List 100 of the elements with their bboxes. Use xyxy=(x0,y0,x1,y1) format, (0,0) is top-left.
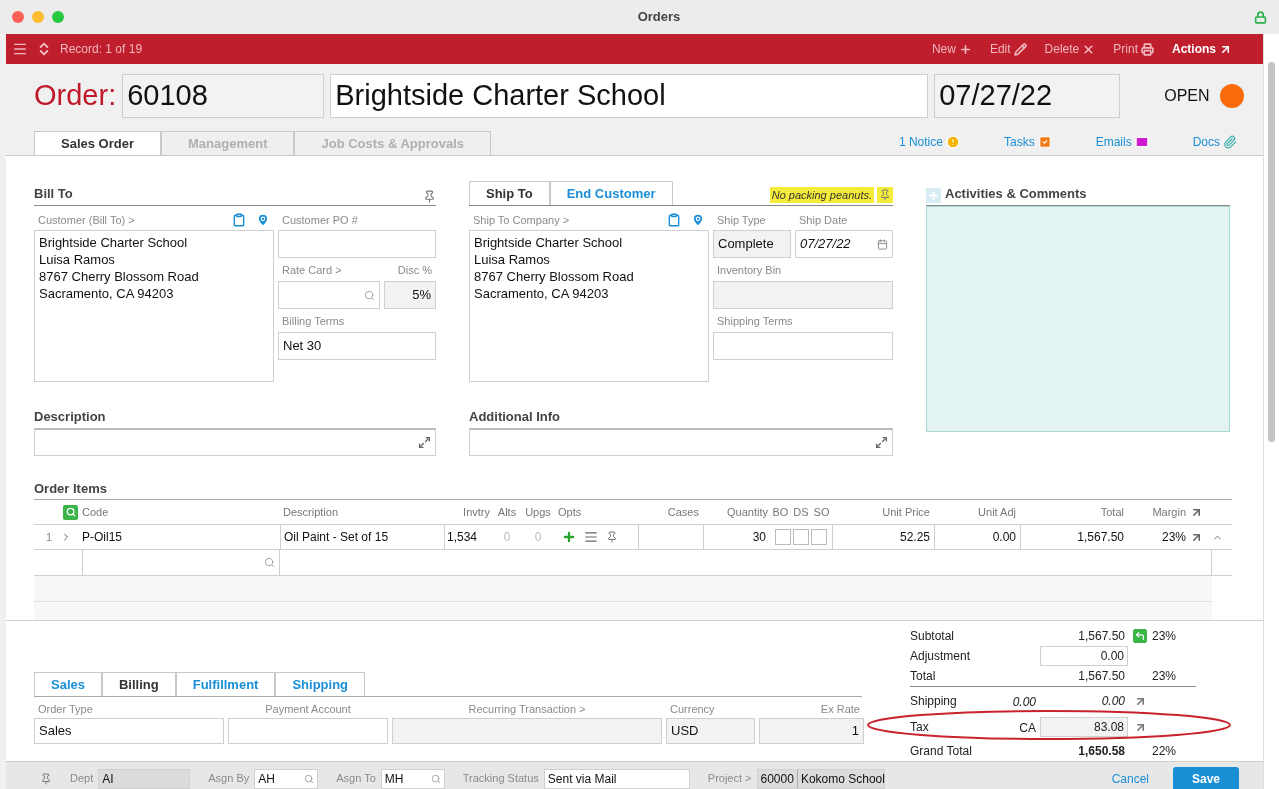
input-field[interactable]: MH xyxy=(380,768,445,789)
tab[interactable]: Fulfillment xyxy=(175,672,276,696)
field-label: Customer PO # xyxy=(282,212,358,228)
project-number: 60000 xyxy=(757,769,798,788)
pin-icon[interactable] xyxy=(423,190,436,203)
tab[interactable]: Ship To xyxy=(469,181,550,205)
section-title: Bill To xyxy=(34,184,73,203)
envelope-icon xyxy=(1134,135,1149,149)
tab[interactable]: Shipping xyxy=(275,672,366,696)
table-cell: 1,567.50 xyxy=(1020,525,1128,549)
rate-card-field[interactable] xyxy=(278,281,380,309)
customer-name-field[interactable]: Brightside Charter School xyxy=(330,74,929,118)
scrollbar-thumb[interactable] xyxy=(1268,62,1275,442)
toolbar-button[interactable]: Actions xyxy=(1167,40,1237,58)
clipboard-icon[interactable] xyxy=(667,213,681,227)
tab[interactable]: Billing xyxy=(102,672,176,696)
column-header: BO xyxy=(772,504,789,520)
maximize-window-button[interactable] xyxy=(52,11,64,23)
pin-icon[interactable] xyxy=(606,531,618,543)
checkbox[interactable] xyxy=(793,529,809,545)
tax-code: CA xyxy=(1019,721,1036,735)
input-field[interactable] xyxy=(228,718,388,744)
column-header: Margin xyxy=(1151,504,1187,520)
map-pin-icon[interactable] xyxy=(256,213,270,227)
pin-icon[interactable] xyxy=(40,772,52,785)
field-label: Inventory Bin xyxy=(717,262,782,278)
total-value-field[interactable]: 83.08 xyxy=(1040,717,1128,737)
new-icon xyxy=(958,42,972,56)
total-value-field[interactable]: 0.00 xyxy=(1040,646,1128,666)
input-field[interactable]: Sent via Mail xyxy=(543,768,690,789)
field-label: Rate Card > xyxy=(282,262,342,278)
toolbar-button[interactable]: Edit xyxy=(984,40,1032,58)
field-label: Ship Type xyxy=(717,212,767,228)
expand-icon[interactable] xyxy=(418,436,431,449)
clipboard-icon[interactable] xyxy=(232,213,246,227)
tab[interactable]: Sales Order xyxy=(34,131,161,155)
table-cell-text: P-Oil15 xyxy=(82,529,123,546)
address-field[interactable]: Brightside Charter School Luisa Ramos 8767 Cherry Blossom Road Sacramento, CA 94203 xyxy=(469,230,709,382)
column-header: Unit Adj xyxy=(977,504,1017,520)
toolbar-button[interactable]: Delete xyxy=(1039,40,1101,58)
checkbox[interactable] xyxy=(775,529,791,545)
field-label: Ship Date xyxy=(799,212,848,228)
note-text: No packing peanuts. xyxy=(769,186,874,203)
map-pin-icon[interactable] xyxy=(691,213,705,227)
input-field[interactable]: Sales xyxy=(34,718,224,744)
order-label: Order: xyxy=(34,78,117,114)
lock-icon xyxy=(1254,10,1267,24)
tab[interactable]: End Customer xyxy=(549,181,673,205)
field-label: Customer (Bill To) > xyxy=(38,212,135,228)
field-label: Tracking Status xyxy=(462,771,539,787)
input-field[interactable] xyxy=(278,230,436,258)
description-field[interactable] xyxy=(34,428,436,456)
table-cell: 0.00 xyxy=(934,525,1020,549)
column-header: Invtry xyxy=(462,504,491,520)
field-label: Dept xyxy=(70,771,94,787)
table-cell: Oil Paint - Set of 15 xyxy=(280,525,444,549)
minimize-window-button[interactable] xyxy=(32,11,44,23)
total-label: Adjustment xyxy=(910,648,972,665)
table-cell-text: 0 xyxy=(502,529,512,546)
address-field[interactable]: Brightside Charter School Luisa Ramos 8767 Cherry Blossom Road Sacramento, CA 94203 xyxy=(34,230,274,382)
toolbar-button[interactable]: New xyxy=(926,40,977,58)
column-header: Opts xyxy=(557,504,583,520)
code-search-field[interactable] xyxy=(82,550,280,575)
field-label: Recurring Transaction > xyxy=(468,701,586,717)
expand-icon[interactable] xyxy=(875,436,888,449)
close-window-button[interactable] xyxy=(12,11,24,23)
ship-date-field[interactable]: 07/27/22 xyxy=(795,230,893,258)
field-label: Disc % xyxy=(397,262,432,278)
margin-value: 23% xyxy=(1152,668,1178,685)
total-value: 1,567.50 xyxy=(1077,628,1126,645)
input-field[interactable]: AI xyxy=(98,768,191,789)
column-header: Alts xyxy=(496,504,518,520)
order-number-field[interactable]: 60108 xyxy=(122,74,325,118)
column-header: Upgs xyxy=(524,504,552,520)
search-icon xyxy=(304,773,315,784)
add-icon[interactable] xyxy=(562,530,576,544)
save-button[interactable]: Save xyxy=(1173,766,1239,789)
field-label: Ship To Company > xyxy=(473,212,570,228)
additional-info-field[interactable] xyxy=(469,428,893,456)
status-label: OPEN xyxy=(1164,86,1210,106)
ship-type-field[interactable]: Complete xyxy=(713,230,791,258)
tab[interactable]: Sales xyxy=(34,672,102,696)
inventory-bin-field[interactable] xyxy=(713,281,893,309)
list-icon[interactable] xyxy=(584,530,598,544)
field-label: Ex Rate xyxy=(820,701,860,717)
search-button[interactable] xyxy=(63,504,78,520)
total-value: 1,567.50 xyxy=(1077,668,1126,685)
checkbox-icon xyxy=(1037,135,1052,149)
section-title: Description xyxy=(34,407,106,426)
menu-icon[interactable] xyxy=(12,41,28,57)
shipping-terms-field[interactable] xyxy=(713,332,893,360)
order-date-field[interactable]: 07/27/22 xyxy=(934,74,1121,118)
column-header: Code xyxy=(82,504,110,520)
pin-icon[interactable] xyxy=(877,186,893,203)
discount-field[interactable]: 5% xyxy=(384,281,436,309)
checkbox[interactable] xyxy=(811,529,827,545)
calendar-icon[interactable] xyxy=(877,238,888,250)
input-field[interactable]: AH xyxy=(254,768,319,789)
billing-terms-field[interactable]: Net 30 xyxy=(278,332,436,360)
toolbar-button[interactable]: Print xyxy=(1108,40,1159,58)
